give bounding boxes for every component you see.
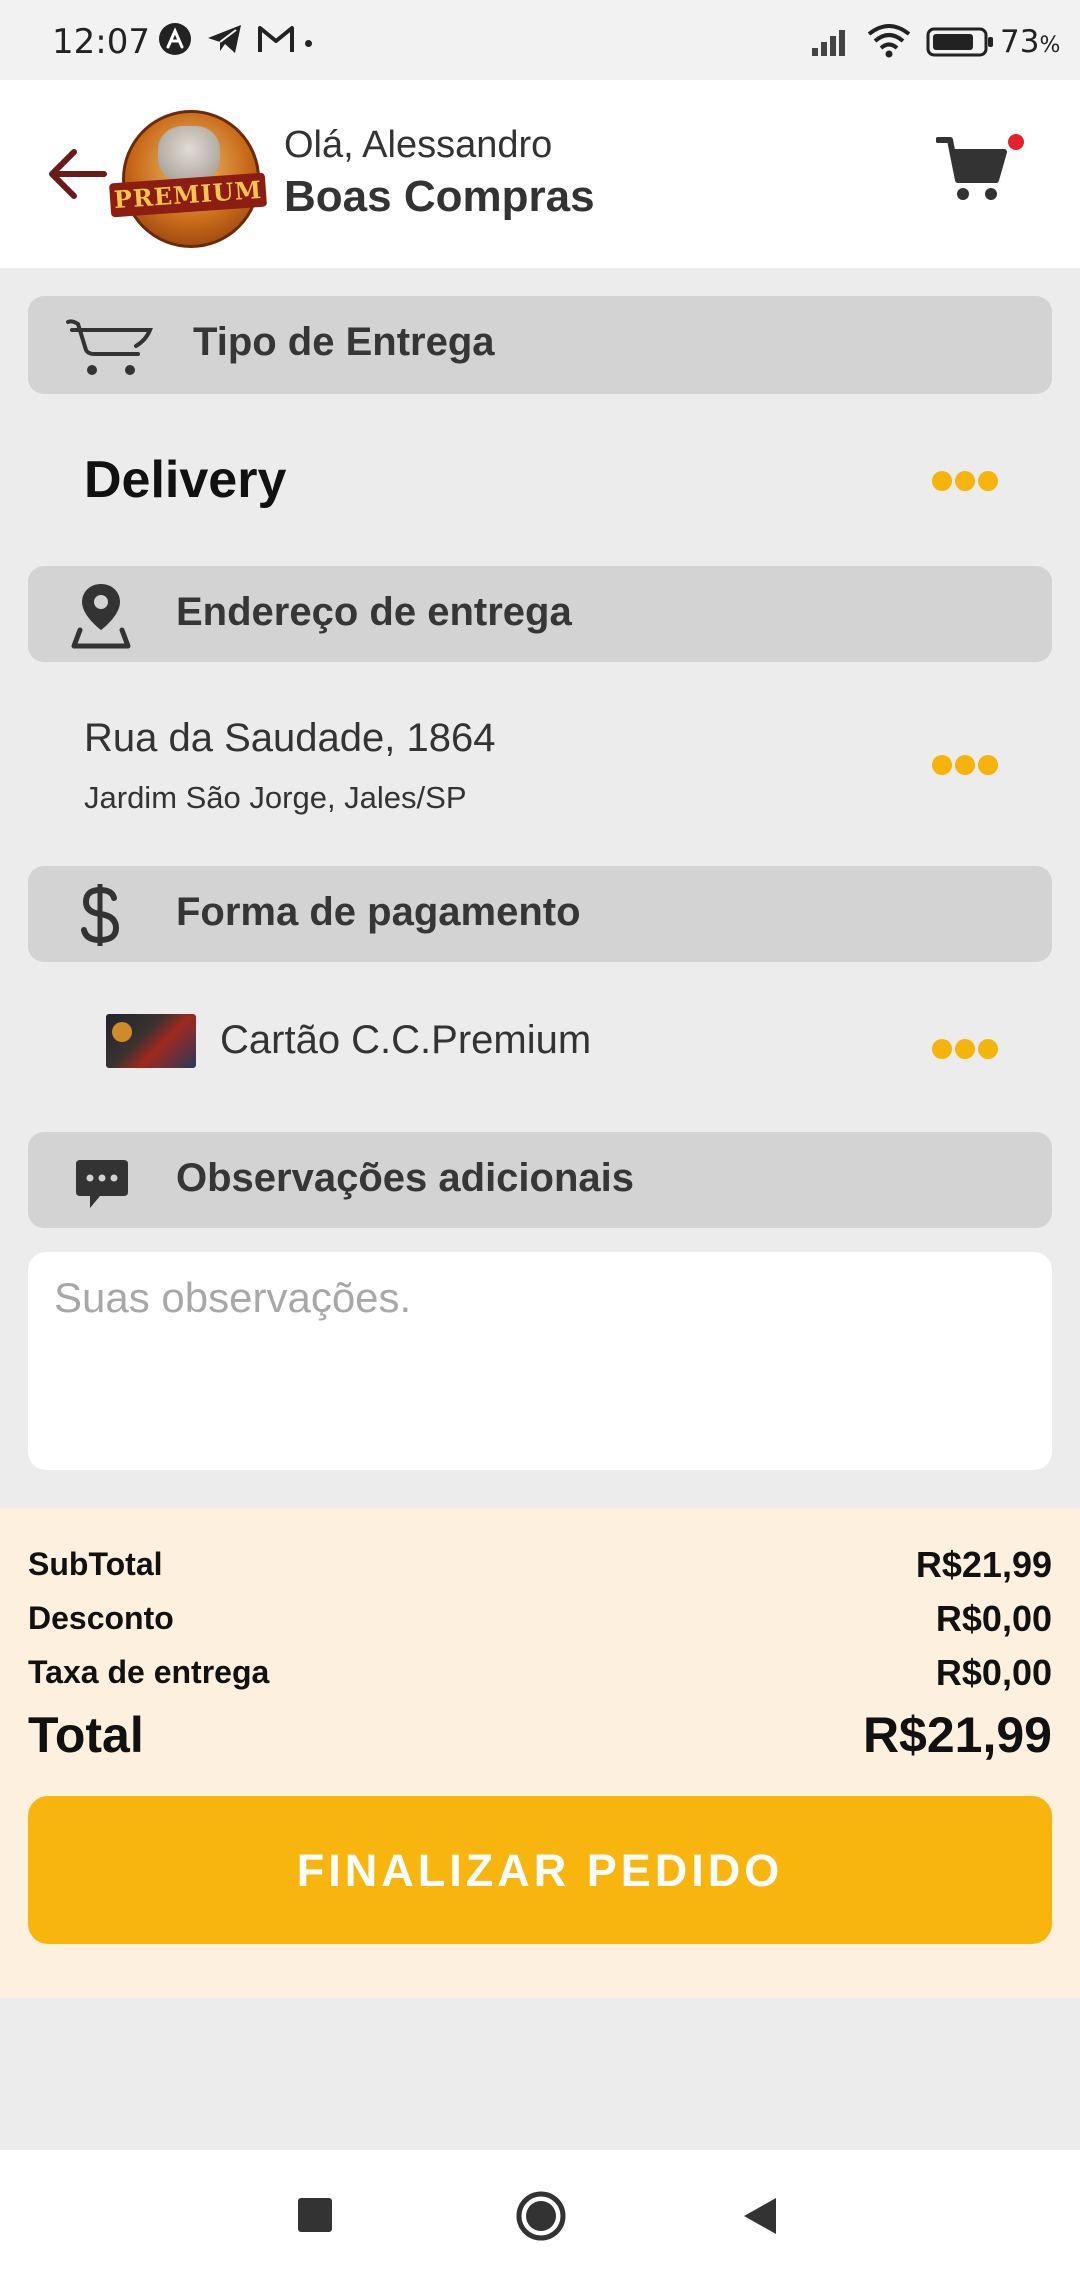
telegram-icon	[206, 22, 244, 61]
notes-box	[28, 1252, 1052, 1470]
section-title: Endereço de entrega	[176, 590, 572, 634]
gmail-icon	[256, 22, 296, 61]
total-label: Total	[28, 1707, 144, 1763]
status-time: 12:07	[52, 22, 150, 62]
delivery-fee-value: R$0,00	[935, 1652, 1052, 1693]
address-more-button[interactable]	[932, 755, 998, 775]
section-title: Observações adicionais	[176, 1156, 635, 1200]
header-subtitle: Boas Compras	[284, 172, 595, 221]
address-line2: Jardim São Jorge, Jales/SP	[84, 780, 467, 815]
wifi-icon	[866, 22, 912, 63]
chat-bubble-icon	[72, 1156, 132, 1217]
notes-input[interactable]	[54, 1274, 1014, 1322]
notification-dot	[305, 40, 312, 47]
cart-icon[interactable]	[935, 134, 1008, 211]
subtotal-value: R$21,99	[915, 1544, 1052, 1585]
cart-outline-icon	[66, 316, 156, 383]
bull-logo-image	[158, 126, 220, 184]
discount-value: R$0,00	[935, 1598, 1052, 1639]
section-title: Tipo de Entrega	[193, 320, 495, 364]
section-title: Forma de pagamento	[176, 890, 581, 934]
subtotal-label: SubTotal	[28, 1546, 163, 1582]
triangle-back-icon[interactable]	[742, 2196, 778, 2241]
cart-notification-dot	[1008, 134, 1024, 150]
total-row: Total R$21,99	[28, 1706, 1052, 1766]
total-value: R$21,99	[862, 1707, 1052, 1763]
back-arrow-icon[interactable]	[46, 144, 108, 209]
battery-percent: 73%	[1000, 24, 1061, 60]
a-logo-icon	[158, 22, 192, 61]
discount-row: Desconto R$0,00	[28, 1598, 1052, 1640]
section-notes: Observações adicionais	[28, 1132, 1052, 1228]
payment-more-button[interactable]	[932, 1039, 998, 1059]
address-line1: Rua da Saudade, 1864	[84, 716, 496, 760]
section-payment: Forma de pagamento	[28, 866, 1052, 962]
delivery-more-button[interactable]	[932, 471, 998, 491]
battery-icon	[926, 26, 996, 63]
checkout-button-label: FINALIZAR PEDIDO	[296, 1845, 784, 1896]
card-thumbnail	[106, 1014, 196, 1068]
checkout-button[interactable]: FINALIZAR PEDIDO	[28, 1796, 1052, 1944]
square-icon[interactable]	[298, 2198, 332, 2232]
circle-icon[interactable]	[515, 2190, 567, 2247]
payment-method-label: Cartão C.C.Premium	[220, 1018, 592, 1062]
map-pin-icon	[68, 580, 134, 655]
discount-label: Desconto	[28, 1600, 174, 1636]
section-delivery-type: Tipo de Entrega	[28, 296, 1052, 394]
dollar-icon	[78, 880, 122, 955]
section-address: Endereço de entrega	[28, 566, 1052, 662]
signal-icon	[810, 26, 852, 63]
delivery-type-value: Delivery	[84, 451, 287, 509]
delivery-fee-label: Taxa de entrega	[28, 1654, 270, 1690]
delivery-fee-row: Taxa de entrega R$0,00	[28, 1652, 1052, 1694]
greeting-text: Olá, Alessandro	[284, 124, 553, 166]
subtotal-row: SubTotal R$21,99	[28, 1544, 1052, 1586]
